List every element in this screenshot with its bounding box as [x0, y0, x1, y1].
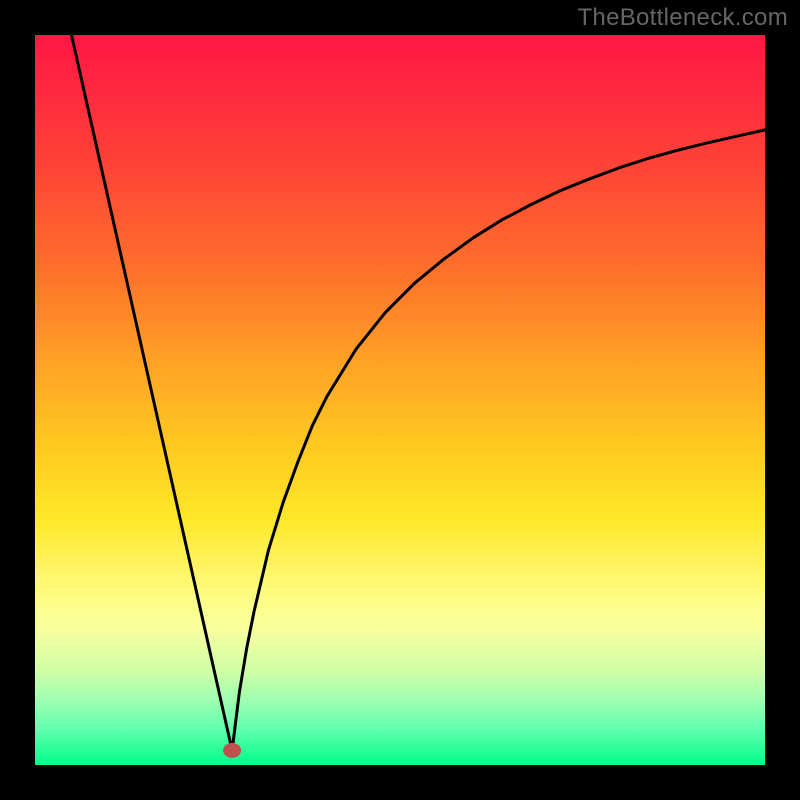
minimum-marker: [223, 743, 241, 758]
marker-group: [223, 743, 241, 758]
series-right-curve: [232, 130, 765, 751]
watermark: TheBottleneck.com: [577, 4, 788, 32]
chart-frame: TheBottleneck.com: [0, 0, 800, 800]
series-group: [72, 35, 766, 750]
series-left-line: [72, 35, 233, 750]
chart-overlay: [35, 35, 765, 765]
